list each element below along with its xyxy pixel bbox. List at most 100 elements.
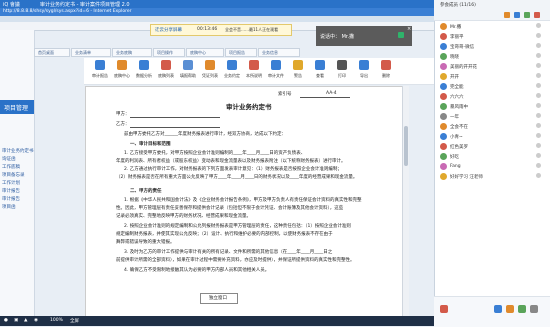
member-row[interactable]: 小青~ (440, 132, 544, 141)
member-name: 开开 (450, 75, 459, 80)
tab-label: 业务底稿 (116, 50, 132, 55)
toolbar-button[interactable]: 删除 (376, 60, 396, 80)
toolbar-button[interactable]: 填报帮助 (178, 60, 198, 80)
mic-status-icon (536, 43, 541, 48)
member-name: 小青~ (450, 135, 463, 140)
sidebar-item[interactable]: 项目备忘录 (2, 172, 25, 178)
member-row[interactable]: 红色美罗 (440, 142, 544, 151)
toolbar-button-icon (359, 60, 369, 70)
speaking-popup: 说话中： Mr.撒 × (316, 26, 412, 46)
toolbar-button[interactable]: 查看 (310, 60, 330, 80)
status-bar: ● ▣ ▲ ◉ 100% 全屏 (0, 316, 434, 326)
tab-label: 业务清单 (75, 50, 91, 55)
toolbar-button[interactable]: 底稿中心 (112, 60, 132, 80)
browser-title-bar: http://8.8.8.8/shsy/sygl/sys.aspx?id=6 -… (0, 8, 434, 16)
toolbar-button-label: 凭证列表 (202, 73, 218, 78)
tab[interactable]: 业务信息 (258, 48, 300, 57)
members-tab-icon[interactable] (504, 12, 510, 18)
member-name: 晓晓 (450, 55, 459, 60)
sidebar-item[interactable]: 工作底稿 (2, 164, 20, 170)
tab[interactable]: 首页桌面 (34, 48, 70, 57)
toolbar-button[interactable]: 凭证列表 (200, 60, 220, 80)
member-row[interactable]: 好好学习 汪老师 (440, 172, 544, 181)
tab[interactable]: 业务清单 (71, 48, 111, 57)
toolbar-button[interactable]: 数据分析 (134, 60, 154, 80)
mic-icon[interactable]: ● (4, 318, 8, 323)
member-row[interactable]: 六六六 (440, 92, 544, 101)
tab[interactable]: 项目操作 (153, 48, 185, 57)
chat-tab-icon[interactable] (514, 12, 520, 18)
member-row[interactable]: 李丽平 (440, 32, 544, 41)
tab[interactable]: 底稿中心 (186, 48, 224, 57)
toolbar-button-icon (95, 60, 105, 70)
document-page: 索引号 AA-4 审计业务约定书 甲方： 乙方： 兹由甲方委托乙方对______… (85, 86, 403, 318)
mic-icon[interactable] (494, 305, 502, 313)
member-row[interactable]: 暴风雨中 (440, 102, 544, 111)
share-icon[interactable]: ▲ (24, 318, 27, 323)
member-name: Fang (450, 164, 461, 169)
toolbar-button[interactable]: 审计报告 (90, 60, 110, 80)
member-row[interactable]: 一年 (440, 112, 544, 121)
member-row[interactable]: 开开 (440, 72, 544, 81)
document-scrollbar[interactable] (402, 86, 409, 316)
toolbar-button-icon (381, 60, 391, 70)
toolbar-button[interactable]: 审计文件 (266, 60, 286, 80)
paragraph: 2. 按照企业会计准则的规定编制和公允列报财务报表是甲方管理层的责任，这种责任包… (124, 224, 351, 229)
paragraph: 记录必须真实、完整地反映甲方的财务状况、经营成果和现金流量。 (116, 214, 251, 219)
address-text: http://8.8.8.8/shsy/sygl/sys.aspx?id=6 -… (3, 9, 132, 14)
close-icon[interactable]: × (407, 26, 411, 32)
files-tab-icon[interactable] (524, 12, 530, 18)
tab[interactable]: 业务底稿 (112, 48, 152, 57)
member-row[interactable]: Fang (440, 162, 544, 171)
toolbar-button-label: 警告 (294, 73, 302, 78)
sidebar-item[interactable]: 审计报告 (2, 188, 20, 194)
toolbar-button[interactable]: 业务约定 (222, 60, 242, 80)
fullscreen-label[interactable]: 全屏 (70, 318, 79, 324)
member-row[interactable]: 好吃 (440, 152, 544, 161)
screen-share-banner: 迁云分享屏幕 00:13:46 全会不音……最11人正在观看 (150, 24, 292, 36)
mic-status-icon (536, 103, 541, 108)
paragraph: 3. 及时为乙方的审计工作提供与审计有关的所有记录、文件和所需的其他信息（在__… (124, 250, 333, 255)
toolbar-button[interactable]: 底稿列表 (156, 60, 176, 80)
toolbar-button[interactable]: 本所说明 (244, 60, 264, 80)
more-icon[interactable] (530, 305, 538, 313)
member-row[interactable]: 晓晓 (440, 52, 544, 61)
member-row[interactable]: 完全能 (440, 82, 544, 91)
toolbar-button[interactable]: 导出 (354, 60, 374, 80)
member-row[interactable]: 美丽的开开花 (440, 62, 544, 71)
record-icon[interactable]: ◉ (34, 318, 38, 323)
avatar (440, 73, 447, 80)
section-heading: 二、甲方的责任 (130, 189, 162, 194)
toolbar-button[interactable]: 打印 (332, 60, 352, 80)
sidebar-item[interactable]: 工作计划 (2, 180, 20, 186)
window-chip[interactable]: 独立窗口 (200, 293, 238, 304)
ref-label: 索引号 (278, 92, 292, 97)
emoji-icon[interactable] (506, 305, 514, 313)
member-row[interactable]: 宝哥哥-微信 (440, 42, 544, 51)
toolbar-button[interactable]: 警告 (288, 60, 308, 80)
member-row[interactable]: Mr.撒 (440, 22, 544, 31)
paragraph: 前提供审计所需的全部资料），如果在审计过程中需要补充资料，亦应及时提供），并保证… (116, 258, 355, 263)
share-notice: 全会不音……最11人正在观看 (225, 27, 279, 32)
chat-icon[interactable] (398, 32, 404, 38)
avatar (440, 103, 447, 110)
keyboard-icon[interactable] (518, 305, 526, 313)
settings-tab-icon[interactable] (534, 12, 540, 18)
scroll-thumb[interactable] (404, 126, 408, 166)
tab[interactable]: 项目报告 (225, 48, 257, 57)
toolbar-button-icon (315, 60, 325, 70)
mic-status-icon (536, 63, 541, 68)
sidebar-item[interactable]: 询证函 (2, 156, 16, 162)
party-b-label: 乙方： (116, 122, 130, 127)
tab-label: 底稿中心 (190, 50, 206, 55)
camera-icon[interactable]: ▣ (14, 318, 18, 323)
tab-label: 项目操作 (157, 50, 173, 55)
toolbar-button-icon (293, 60, 303, 70)
sidebar-item[interactable]: 项目函 (2, 204, 16, 210)
member-row[interactable]: 全会不在 (440, 122, 544, 131)
zoom-level: 100% (50, 318, 63, 323)
sidebar-item[interactable]: 审计业务约定书 (2, 148, 34, 154)
sidebar-item[interactable]: 审计报告 (2, 196, 20, 202)
toolbar-button-icon (139, 60, 149, 70)
party-a-underline (130, 117, 220, 118)
